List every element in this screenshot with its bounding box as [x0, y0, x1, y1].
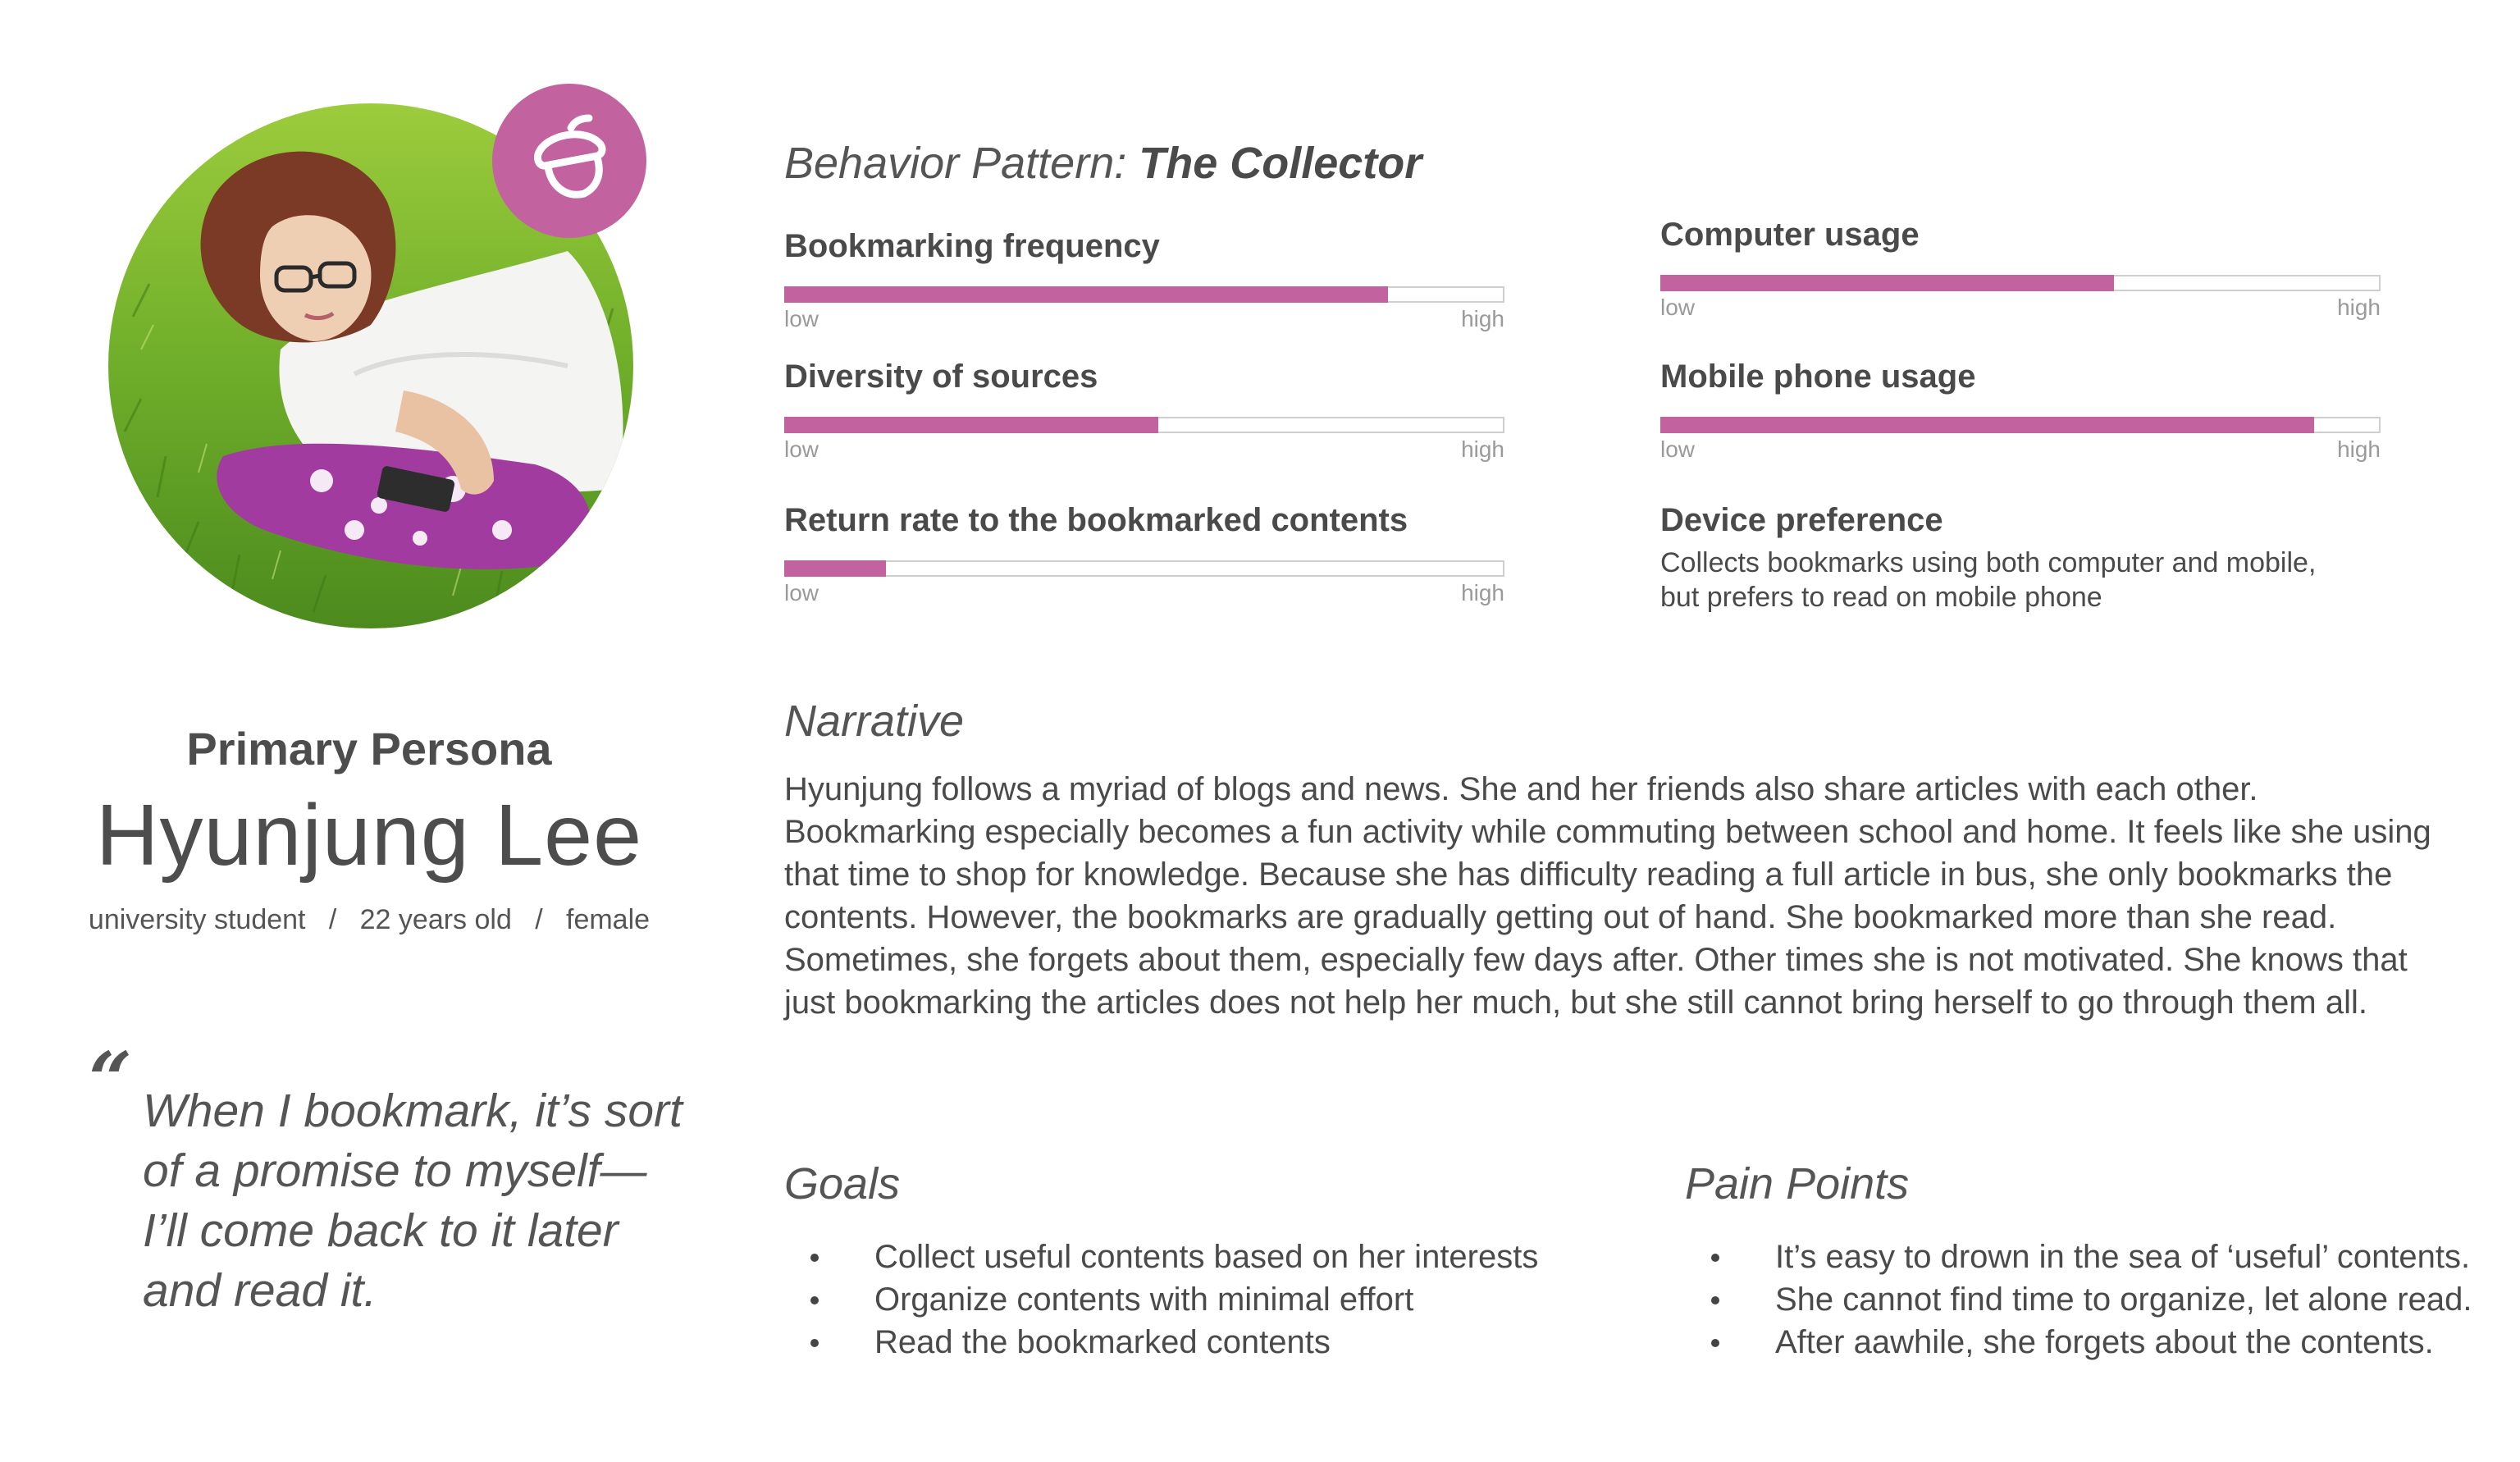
persona-quote: When I bookmark, it’s sort of a promise … — [143, 1081, 701, 1321]
scale-low: low — [784, 580, 819, 605]
narrative-line: Sometimes, she forgets about them, espec… — [784, 942, 2408, 978]
metric-bar-fill — [784, 417, 1159, 433]
persona-gender: female — [566, 904, 651, 935]
pain-point-text: It’s easy to drown in the sea of ‘useful… — [1775, 1239, 2471, 1275]
list-item: After aawhile, she forgets about the con… — [1685, 1321, 2472, 1364]
persona-age: 22 years old — [359, 904, 512, 935]
acorn-badge — [492, 84, 646, 238]
pain-point-text: After aawhile, she forgets about the con… — [1775, 1324, 2434, 1360]
acorn-icon — [534, 114, 606, 199]
narrative-line: Hyunjung follows a myriad of blogs and n… — [784, 771, 2258, 807]
goal-text: Organize contents with minimal effort — [874, 1282, 1414, 1318]
quote-line: and read it. — [143, 1264, 377, 1317]
list-item: She cannot find time to organize, let al… — [1685, 1278, 2472, 1321]
metric-bar-track — [1660, 275, 2381, 291]
scale-high: high — [1461, 580, 1504, 605]
metric-scale: low high — [1660, 436, 2381, 463]
metric-scale: low high — [784, 436, 1504, 463]
metric-label: Diversity of sources — [784, 359, 1098, 395]
bullet-icon — [810, 1254, 819, 1262]
quote-line: I’ll come back to it later — [143, 1204, 619, 1257]
list-item: Organize contents with minimal effort — [784, 1278, 1538, 1321]
metric-label: Bookmarking frequency — [784, 228, 1160, 264]
metric-computer-usage: Computer usage low high — [1660, 217, 2381, 321]
metric-bar-fill — [1660, 417, 2315, 433]
device-preference-label: Device preference — [1660, 502, 1943, 538]
list-item: Read the bookmarked contents — [784, 1321, 1538, 1364]
persona-meta: university student / 22 years old / fema… — [88, 904, 651, 935]
metric-scale: low high — [784, 306, 1504, 332]
list-item: It’s easy to drown in the sea of ‘useful… — [1685, 1236, 2472, 1278]
bullet-icon — [810, 1296, 819, 1304]
quote-line: When I bookmark, it’s sort — [143, 1085, 682, 1137]
goal-text: Collect useful contents based on her int… — [874, 1239, 1539, 1275]
device-preference: Device preference Collects bookmarks usi… — [1660, 502, 2448, 614]
narrative-line: contents. However, the bookmarks are gra… — [784, 899, 2337, 935]
metric-bar-track — [1660, 417, 2381, 433]
metric-label: Computer usage — [1660, 217, 1920, 253]
persona-label: Primary Persona — [186, 723, 552, 774]
device-preference-text: Collects bookmarks using both computer a… — [1660, 546, 2448, 614]
quote-mark-icon: “ — [89, 1035, 132, 1124]
narrative-body: Hyunjung follows a myriad of blogs and n… — [784, 768, 2490, 1024]
pain-points-title: Pain Points — [1685, 1159, 1910, 1208]
metric-label: Mobile phone usage — [1660, 359, 1976, 395]
bullet-icon — [1711, 1339, 1719, 1347]
behavior-pattern-title: Behavior Pattern: The Collector — [784, 138, 1422, 189]
persona-name: Hyunjung Lee — [95, 787, 643, 884]
goals-title: Goals — [784, 1159, 901, 1208]
metric-scale: low high — [1660, 295, 2381, 321]
scale-high: high — [2337, 295, 2381, 320]
quote-line: of a promise to myself— — [143, 1144, 647, 1197]
metric-bar-track — [784, 286, 1504, 303]
device-preference-line: but prefers to read on mobile phone — [1660, 582, 2102, 613]
metric-bar-track — [784, 417, 1504, 433]
metric-label: Return rate to the bookmarked contents — [784, 502, 1408, 538]
scale-high: high — [1461, 436, 1504, 462]
goals-list: Collect useful contents based on her int… — [784, 1236, 1538, 1364]
persona-occupation: university student — [88, 904, 306, 935]
metric-return-rate: Return rate to the bookmarked contents l… — [784, 502, 1504, 606]
behavior-title-name: The Collector — [1139, 139, 1422, 188]
scale-low: low — [784, 306, 819, 331]
goal-text: Read the bookmarked contents — [874, 1324, 1331, 1360]
metric-bar-fill — [1660, 275, 2114, 291]
narrative-line: that time to shop for knowledge. Because… — [784, 857, 2393, 893]
scale-high: high — [1461, 306, 1504, 331]
bullet-icon — [1711, 1296, 1719, 1304]
metric-bookmarking-frequency: Bookmarking frequency low high — [784, 228, 1504, 332]
scale-high: high — [2337, 436, 2381, 462]
pain-point-text: She cannot find time to organize, let al… — [1775, 1282, 2472, 1318]
bullet-icon — [810, 1339, 819, 1347]
metric-mobile-phone-usage: Mobile phone usage low high — [1660, 359, 2381, 463]
metric-bar-track — [784, 560, 1504, 577]
scale-low: low — [1660, 295, 1696, 320]
narrative-line: just bookmarking the articles does not h… — [784, 985, 2367, 1021]
bullet-icon — [1711, 1254, 1719, 1262]
metric-diversity-of-sources: Diversity of sources low high — [784, 359, 1504, 463]
metric-bar-fill — [784, 286, 1389, 303]
pain-points-list: It’s easy to drown in the sea of ‘useful… — [1685, 1236, 2472, 1364]
behavior-title-prefix: Behavior Pattern: — [784, 139, 1127, 188]
device-preference-line: Collects bookmarks using both computer a… — [1660, 547, 2317, 578]
metric-scale: low high — [784, 580, 1504, 606]
metric-bar-fill — [784, 560, 887, 577]
scale-low: low — [784, 436, 819, 462]
list-item: Collect useful contents based on her int… — [784, 1236, 1538, 1278]
narrative-title: Narrative — [784, 697, 965, 746]
scale-low: low — [1660, 436, 1696, 462]
narrative-line: Bookmarking especially becomes a fun act… — [784, 814, 2431, 850]
